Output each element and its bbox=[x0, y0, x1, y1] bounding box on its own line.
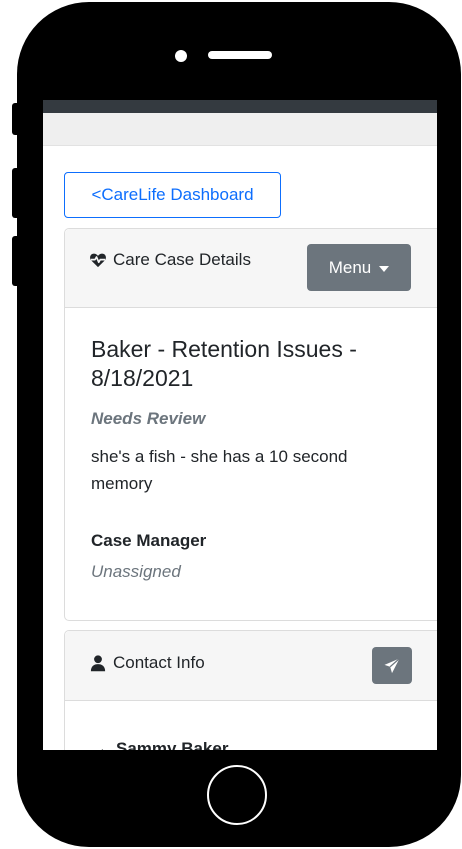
app-screen: <CareLife Dashboard Care Case Details Me… bbox=[43, 100, 437, 750]
heartbeat-icon bbox=[89, 251, 107, 269]
case-title: Baker - Retention Issues - 8/18/2021 bbox=[91, 336, 357, 391]
contact-name: Sammy Baker bbox=[116, 739, 229, 750]
sub-navbar bbox=[43, 113, 437, 146]
phone-side-button bbox=[12, 103, 20, 135]
menu-button-label: Menu bbox=[328, 257, 372, 277]
case-manager-label: Case Manager bbox=[91, 531, 207, 550]
contact-header-label: Contact Info bbox=[113, 653, 205, 672]
contact-info-card: Contact Info → Sammy Baker bbox=[64, 630, 437, 750]
phone-volume-up bbox=[12, 168, 20, 218]
case-manager-value: Unassigned bbox=[91, 562, 181, 581]
back-to-dashboard-button[interactable]: <CareLife Dashboard bbox=[64, 172, 281, 218]
care-case-header-label: Care Case Details bbox=[113, 250, 251, 269]
contact-info-card-header: Contact Info bbox=[65, 631, 437, 701]
user-icon bbox=[89, 654, 107, 672]
phone-volume-down bbox=[12, 236, 20, 286]
case-description: she's a fish - she has a 10 second memor… bbox=[91, 447, 348, 493]
care-case-card-header: Care Case Details Menu bbox=[65, 229, 437, 308]
phone-speaker bbox=[208, 51, 272, 59]
phone-camera bbox=[175, 50, 187, 62]
phone-home-button[interactable] bbox=[207, 765, 267, 825]
caret-down-icon bbox=[379, 265, 390, 272]
contact-header-title: Contact Info bbox=[89, 653, 205, 673]
contact-name-row[interactable]: → Sammy Baker bbox=[91, 739, 228, 750]
top-navbar bbox=[43, 100, 437, 113]
back-button-label: <CareLife Dashboard bbox=[91, 185, 254, 204]
case-status: Needs Review bbox=[91, 409, 206, 428]
arrow-right-icon: → bbox=[91, 739, 108, 750]
paper-plane-icon bbox=[383, 657, 401, 675]
send-message-button[interactable] bbox=[372, 647, 412, 684]
menu-dropdown-button[interactable]: Menu bbox=[307, 244, 411, 291]
care-case-card: Care Case Details Menu Baker - Retention… bbox=[64, 228, 437, 621]
care-case-header-title: Care Case Details bbox=[89, 250, 251, 270]
